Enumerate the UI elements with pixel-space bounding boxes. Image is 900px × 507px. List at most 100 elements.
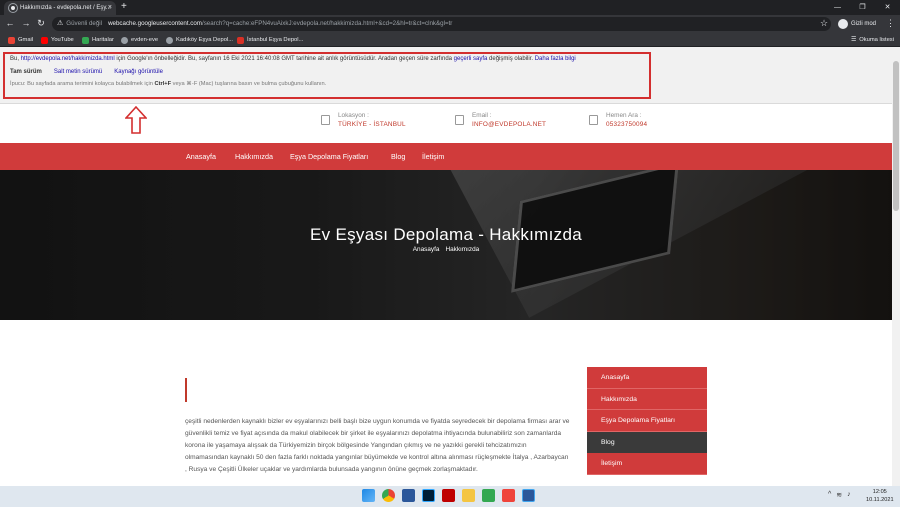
new-tab-button[interactable]: + xyxy=(121,1,127,13)
chrome-favicon-icon xyxy=(9,4,17,12)
browser-tab[interactable]: Hakkımızda - evdepola.net / Eşy... × xyxy=(4,1,116,15)
page-scrollbar[interactable] xyxy=(892,47,900,486)
tab-close-icon[interactable]: × xyxy=(108,1,112,15)
cache-version-links: Tam sürüm Salt metin sürümü Kaynağı görü… xyxy=(10,69,163,75)
contact-label: Email : xyxy=(472,112,492,119)
sidebar-item-blog[interactable]: Blog xyxy=(587,431,707,453)
arrow-up-icon xyxy=(125,106,147,134)
bookmark-maps[interactable]: Haritalar xyxy=(82,34,114,46)
taskbar-clock[interactable]: 12:05 10.11.2021 xyxy=(866,488,894,504)
contact-label: Hemen Ara : xyxy=(606,112,642,119)
forward-button[interactable]: → xyxy=(20,17,32,30)
contact-location: Lokasyon : TÜRKİYE - İSTANBUL xyxy=(321,112,406,128)
warning-triangle-icon: ⚠ xyxy=(57,20,64,27)
tray-chevron-icon[interactable]: ^ xyxy=(828,491,831,499)
sidebar-menu: Anasayfa Hakkımızda Eşya Depolama Fiyatl… xyxy=(587,367,707,475)
more-info-link[interactable]: Daha fazla bilgi xyxy=(535,56,576,62)
sidebar-item-hakkimizda[interactable]: Hakkımızda xyxy=(587,388,707,410)
contact-email: Email : INFO@EVDEPOLA.NET xyxy=(455,112,546,128)
bookmark-kadikoy[interactable]: Kadıköy Eşya Depol... xyxy=(166,34,233,46)
view-source-link[interactable]: Kaynağı görüntüle xyxy=(114,69,163,75)
cache-notice: Bu, http://evdepola.net/hakkimizda.html … xyxy=(10,56,576,62)
location-icon xyxy=(321,115,330,125)
about-paragraph: çeşitli nedenlerden kaynaklı bizler ev e… xyxy=(185,418,570,474)
incognito-icon xyxy=(838,19,848,29)
notice-text: için Google'ın önbelleğidir. Bu, sayfanı… xyxy=(114,56,454,62)
incognito-profile-button[interactable]: Gizli mod xyxy=(838,18,876,30)
filezilla-icon[interactable] xyxy=(442,489,455,502)
nav-anasayfa[interactable]: Anasayfa xyxy=(186,152,216,161)
hero-banner: Ev Eşyası Depolama - Hakkımızda Anasayfa… xyxy=(0,170,892,320)
bookmark-label: Haritalar xyxy=(92,37,114,43)
system-tray: ^ ≋ ♪ xyxy=(828,491,851,499)
site-favicon-icon xyxy=(237,36,244,44)
globe-icon xyxy=(121,36,128,44)
contact-value[interactable]: 05323750094 xyxy=(606,121,647,128)
bookmark-istanbul[interactable]: İstanbul Eşya Depol... xyxy=(237,34,303,46)
site-navbar: Anasayfa Hakkımızda Eşya Depolama Fiyatl… xyxy=(0,143,892,170)
full-version-link[interactable]: Tam sürüm xyxy=(10,69,42,75)
restore-button[interactable]: ❐ xyxy=(850,0,875,15)
breadcrumb-home[interactable]: Anasayfa xyxy=(413,246,440,253)
clock-date: 10.11.2021 xyxy=(866,497,894,503)
wifi-icon[interactable]: ≋ xyxy=(836,491,842,499)
profile-label: Gizli mod xyxy=(851,21,877,27)
nav-fiyatlar[interactable]: Eşya Depolama Fiyatları xyxy=(290,152,368,161)
breadcrumb: Anasayfa Hakkımızda xyxy=(0,246,892,253)
bookmark-label: YouTube xyxy=(51,37,74,43)
cached-url-link[interactable]: http://evdepola.net/hakkimizda.html xyxy=(21,56,115,62)
explorer-icon[interactable] xyxy=(402,489,415,502)
text-only-link[interactable]: Salt metin sürümü xyxy=(54,69,102,75)
reload-button[interactable]: ↻ xyxy=(35,17,47,30)
photoshop-icon[interactable] xyxy=(422,489,435,502)
back-button[interactable]: ← xyxy=(4,17,16,30)
globe-icon xyxy=(166,36,173,44)
scrollbar-thumb[interactable] xyxy=(893,61,899,211)
sidebar-item-iletisim[interactable]: İletişim xyxy=(587,453,707,475)
reading-list-label: Okuma listesi xyxy=(859,37,894,43)
breadcrumb-current: Hakkımızda xyxy=(445,246,480,253)
notice-text: Bu, xyxy=(10,56,21,62)
window-controls: — ❐ ✕ xyxy=(825,0,900,15)
page-title: Ev Eşyası Depolama - Hakkımızda xyxy=(310,225,582,244)
cache-tip: İpucu: Bu sayfada arama terimini kolayca… xyxy=(10,81,326,87)
browser-toolbar: ← → ↻ ⚠ Güvenli değil webcache.googleuserc… xyxy=(0,15,900,33)
bookmark-youtube[interactable]: YouTube xyxy=(41,34,74,46)
bookmark-gmail[interactable]: Gmail xyxy=(8,34,33,46)
reading-list-button[interactable]: ☰ Okuma listesi xyxy=(851,34,894,46)
security-status: Güvenli değil xyxy=(66,20,103,27)
contact-value[interactable]: INFO@EVDEPOLA.NET xyxy=(472,121,546,128)
bookmark-label: evden-eve xyxy=(131,37,159,43)
browser-menu-icon[interactable]: ⋮ xyxy=(886,17,895,30)
close-window-button[interactable]: ✕ xyxy=(875,0,900,15)
current-page-link[interactable]: geçerli sayfa xyxy=(454,56,488,62)
clock-time: 12:05 xyxy=(872,489,887,495)
notes-icon[interactable] xyxy=(482,489,495,502)
word-icon[interactable] xyxy=(522,489,535,502)
contact-value: TÜRKİYE - İSTANBUL xyxy=(338,121,406,128)
volume-icon[interactable]: ♪ xyxy=(847,491,851,499)
maps-icon xyxy=(82,36,89,44)
address-bar[interactable]: ⚠ Güvenli değil webcache.googleusercontent… xyxy=(52,17,831,31)
nav-hakkimizda[interactable]: Hakkımızda xyxy=(235,152,273,161)
phone-icon xyxy=(589,115,598,125)
tip-keys: Ctrl+F xyxy=(154,81,172,87)
sidebar-item-anasayfa[interactable]: Anasayfa xyxy=(587,367,707,389)
chrome-icon[interactable] xyxy=(382,489,395,502)
bookmark-evden-eve[interactable]: evden-eve xyxy=(121,34,158,46)
bookmark-star-icon[interactable]: ☆ xyxy=(820,17,828,30)
browser-tab-strip: Hakkımızda - evdepola.net / Eşy... × + —… xyxy=(0,0,900,15)
anydesk-icon[interactable] xyxy=(502,489,515,502)
file-folder-icon[interactable] xyxy=(462,489,475,502)
windows-start-icon[interactable] xyxy=(362,489,375,502)
contact-label: Lokasyon : xyxy=(338,112,369,119)
sidebar-item-fiyatlar[interactable]: Eşya Depolama Fiyatları xyxy=(587,410,707,432)
bookmark-label: Gmail xyxy=(18,37,34,43)
tip-text: İpucu: Bu sayfada arama terimini kolayca… xyxy=(10,81,155,87)
content-accent-bar xyxy=(185,378,187,402)
nav-blog[interactable]: Blog xyxy=(391,152,405,161)
nav-iletisim[interactable]: İletişim xyxy=(422,152,444,161)
minimize-button[interactable]: — xyxy=(825,0,850,15)
hero-overlay xyxy=(0,170,892,320)
bookmark-label: İstanbul Eşya Depol... xyxy=(247,37,304,43)
